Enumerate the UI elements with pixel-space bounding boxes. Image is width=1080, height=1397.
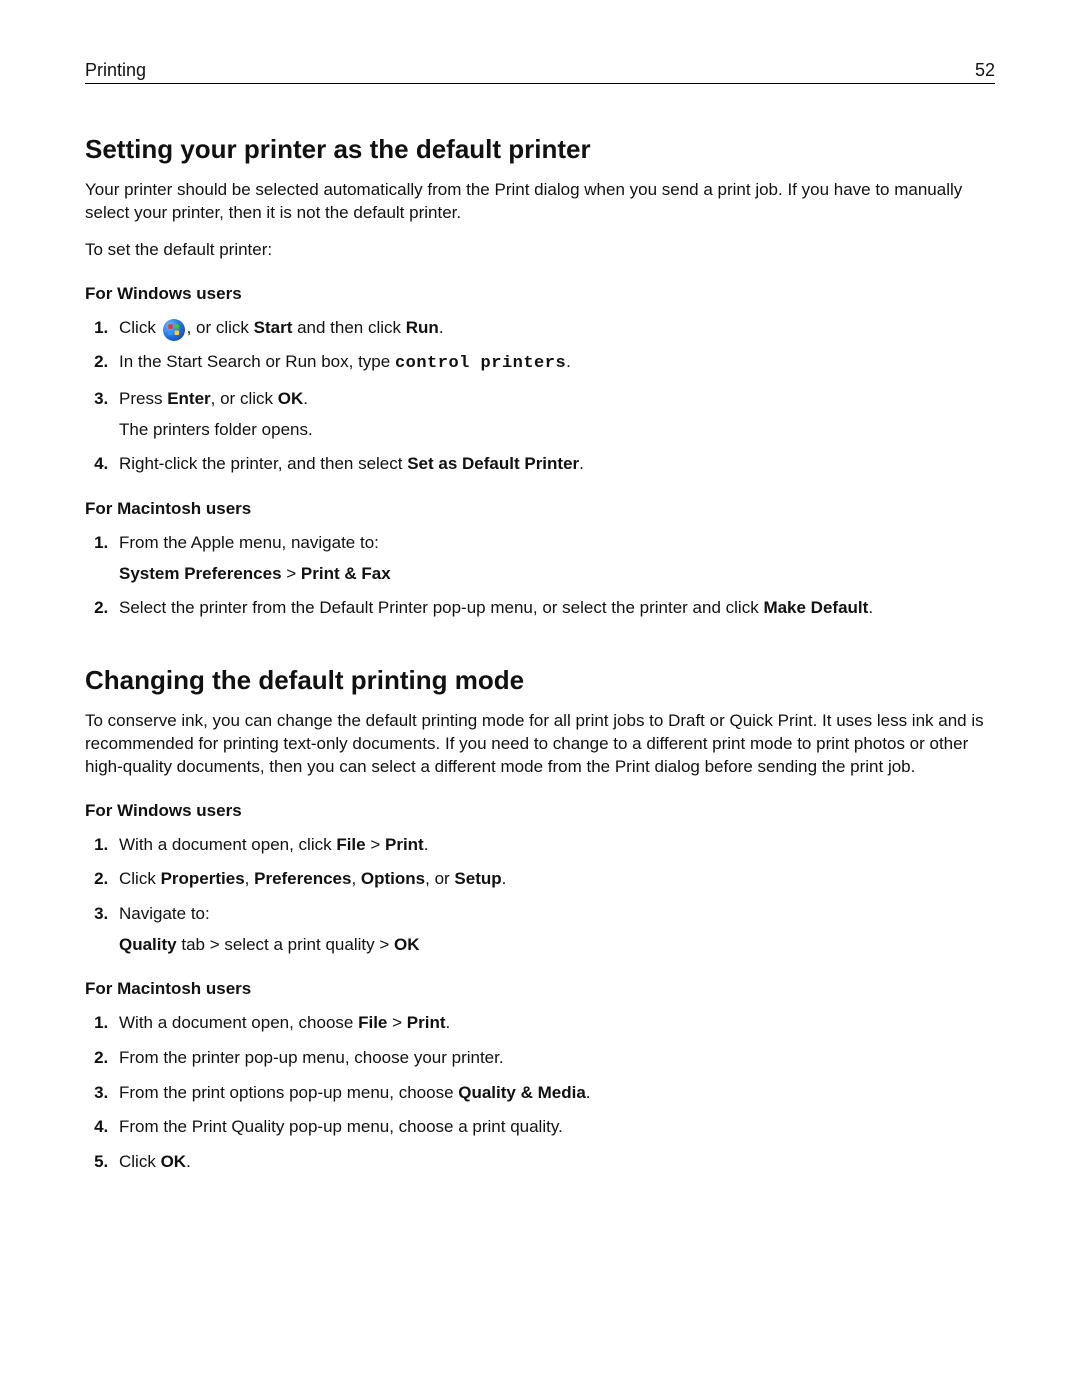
path-tail: tab > select a print quality > (177, 935, 394, 954)
step-text: , (245, 869, 254, 888)
kw-options: Options (361, 869, 425, 888)
kw-setup: Setup (454, 869, 501, 888)
step-text: . (579, 454, 584, 473)
step-text: and then click (292, 318, 405, 337)
list-item: From the printer pop-up menu, choose you… (113, 1046, 995, 1071)
step-text: Click (119, 318, 161, 337)
step-text: Select the printer from the Default Prin… (119, 598, 763, 617)
kw-enter: Enter (167, 389, 210, 408)
kw-file: File (358, 1013, 387, 1032)
kw-print-and-fax: Print & Fax (301, 564, 391, 583)
section-title-default-printer: Setting your printer as the default prin… (85, 134, 995, 165)
kw-ok: OK (161, 1152, 187, 1171)
step-text: Right-click the printer, and then select (119, 454, 407, 473)
section-title-default-mode: Changing the default printing mode (85, 665, 995, 696)
kw-set-as-default: Set as Default Printer (407, 454, 579, 473)
list-item: Click OK. (113, 1150, 995, 1175)
step-text: . (868, 598, 873, 617)
step-text: . (439, 318, 444, 337)
step-text: . (586, 1083, 591, 1102)
intro-paragraph: To conserve ink, you can change the defa… (85, 710, 995, 779)
path-sep: > (387, 1013, 406, 1032)
kw-print: Print (385, 835, 424, 854)
list-item: Click Properties, Preferences, Options, … (113, 867, 995, 892)
windows-start-orb-icon (163, 319, 185, 341)
windows-steps-list-2: With a document open, click File > Print… (85, 833, 995, 958)
step-text: From the Apple menu, navigate to: (119, 533, 379, 552)
step-text: Click (119, 869, 161, 888)
step-text: Press (119, 389, 167, 408)
list-item: Select the printer from the Default Prin… (113, 596, 995, 621)
kw-file: File (336, 835, 365, 854)
step-text: . (446, 1013, 451, 1032)
list-item: With a document open, click File > Print… (113, 833, 995, 858)
list-item: With a document open, choose File > Prin… (113, 1011, 995, 1036)
step-text: , or (425, 869, 454, 888)
kw-system-preferences: System Preferences (119, 564, 282, 583)
kw-ok: OK (278, 389, 304, 408)
step-text: . (424, 835, 429, 854)
step-note: The printers folder opens. (119, 418, 995, 443)
step-text: From the print options pop-up menu, choo… (119, 1083, 458, 1102)
kw-start: Start (254, 318, 293, 337)
kw-quality: Quality (119, 935, 177, 954)
step-text: , or click (187, 318, 254, 337)
list-item: Navigate to: Quality tab > select a prin… (113, 902, 995, 957)
list-item: Press Enter, or click OK. The printers f… (113, 387, 995, 442)
step-text: , (351, 869, 360, 888)
kw-preferences: Preferences (254, 869, 351, 888)
header-page-number: 52 (975, 60, 995, 81)
kw-ok: OK (394, 935, 420, 954)
lead-paragraph: To set the default printer: (85, 239, 995, 262)
menu-path: Quality tab > select a print quality > O… (119, 933, 995, 958)
step-text: Navigate to: (119, 904, 210, 923)
step-text: , or click (211, 389, 278, 408)
kw-run: Run (406, 318, 439, 337)
menu-path: System Preferences > Print & Fax (119, 562, 995, 587)
subheading-windows-users: For Windows users (85, 801, 995, 821)
subheading-macintosh-users: For Macintosh users (85, 979, 995, 999)
step-text: . (566, 352, 571, 371)
list-item: Click , or click Start and then click Ru… (113, 316, 995, 341)
header-section: Printing (85, 60, 146, 81)
mac-steps-list: From the Apple menu, navigate to: System… (85, 531, 995, 621)
path-sep: > (282, 564, 301, 583)
kw-make-default: Make Default (763, 598, 868, 617)
kw-quality-media: Quality & Media (458, 1083, 586, 1102)
step-text: With a document open, choose (119, 1013, 358, 1032)
step-text: Click (119, 1152, 161, 1171)
list-item: From the print options pop-up menu, choo… (113, 1081, 995, 1106)
kw-print: Print (407, 1013, 446, 1032)
step-text: In the Start Search or Run box, type (119, 352, 395, 371)
list-item: In the Start Search or Run box, type con… (113, 350, 995, 377)
step-text: . (303, 389, 308, 408)
list-item: Right-click the printer, and then select… (113, 452, 995, 477)
step-text: . (502, 869, 507, 888)
intro-paragraph: Your printer should be selected automati… (85, 179, 995, 225)
subheading-macintosh-users: For Macintosh users (85, 499, 995, 519)
mac-steps-list-2: With a document open, choose File > Prin… (85, 1011, 995, 1174)
list-item: From the Print Quality pop-up menu, choo… (113, 1115, 995, 1140)
step-text: . (186, 1152, 191, 1171)
running-header: Printing 52 (85, 60, 995, 84)
code-control-printers: control printers (395, 354, 566, 373)
step-text: With a document open, click (119, 835, 336, 854)
kw-properties: Properties (161, 869, 245, 888)
windows-steps-list: Click , or click Start and then click Ru… (85, 316, 995, 477)
subheading-windows-users: For Windows users (85, 284, 995, 304)
list-item: From the Apple menu, navigate to: System… (113, 531, 995, 586)
path-sep: > (366, 835, 385, 854)
